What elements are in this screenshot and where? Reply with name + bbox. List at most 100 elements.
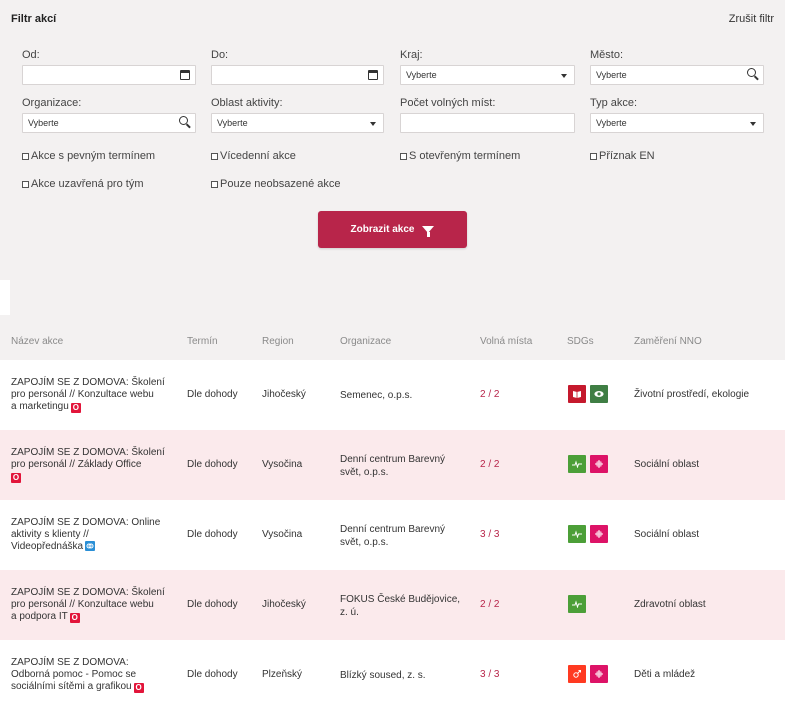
chevron-down-icon bbox=[370, 122, 376, 126]
show-events-button[interactable]: Zobrazit akce bbox=[318, 211, 467, 248]
checkbox-box[interactable] bbox=[400, 152, 407, 160]
organization-link[interactable]: Semenec, o.p.s. bbox=[340, 389, 412, 402]
checkbox-open-term[interactable]: S otevřeným termínem bbox=[400, 150, 520, 162]
event-region: Vysočina bbox=[262, 529, 303, 540]
event-name-line: aktivity s klienty // bbox=[11, 529, 89, 540]
equality-icon bbox=[590, 455, 608, 473]
filter-title: Filtr akcí bbox=[11, 13, 57, 25]
event-name-line: ZAPOJÍM SE Z DOMOVA: Školení bbox=[11, 447, 165, 458]
organization-link[interactable]: Denní centrum Barevný svět, o.p.s. bbox=[340, 453, 445, 479]
checkbox-box[interactable] bbox=[211, 180, 218, 188]
calendar-icon[interactable] bbox=[180, 70, 190, 80]
link-badge-icon bbox=[85, 541, 96, 551]
checkbox-fixed-term[interactable]: Akce s pevným termínem bbox=[22, 150, 155, 162]
table-row[interactable]: ZAPOJÍM SE Z DOMOVA: Školení pro personál… bbox=[0, 570, 785, 640]
free-places-label: Počet volných míst: bbox=[400, 97, 496, 109]
eye-icon bbox=[590, 385, 608, 403]
event-name-line: Videopřednáška bbox=[11, 541, 84, 552]
region-field: Kraj: Vyberte bbox=[400, 49, 575, 85]
event-name-link[interactable]: ZAPOJÍM SE Z DOMOVA: Školení pro personál… bbox=[11, 447, 171, 483]
table-row[interactable]: ZAPOJÍM SE Z DOMOVA: Online aktivity s kl… bbox=[0, 500, 785, 570]
activity-area-select[interactable]: Vyberte bbox=[211, 113, 384, 133]
heartbeat-icon bbox=[568, 455, 586, 473]
gender-icon bbox=[568, 665, 586, 683]
organization-link[interactable]: Blízký soused, z. s. bbox=[340, 669, 426, 682]
chevron-down-icon bbox=[561, 74, 567, 78]
event-name-line: ZAPOJÍM SE Z DOMOVA: bbox=[11, 657, 129, 668]
organization-label: Organizace: bbox=[22, 97, 82, 109]
checkbox-box[interactable] bbox=[590, 152, 597, 160]
to-date-field: Do: bbox=[211, 49, 384, 85]
event-region: Plzeňský bbox=[262, 669, 303, 680]
event-name-line: pro personál // Konzultace webu bbox=[11, 599, 154, 610]
event-type-label: Typ akce: bbox=[590, 97, 638, 109]
city-field: Město: Vyberte bbox=[590, 49, 764, 85]
region-select[interactable]: Vyberte bbox=[400, 65, 575, 85]
col-term[interactable]: Termín bbox=[187, 336, 218, 347]
table-row[interactable]: ZAPOJÍM SE Z DOMOVA: Školení pro personál… bbox=[0, 360, 785, 430]
event-region: Vysočina bbox=[262, 459, 303, 470]
to-date-input[interactable] bbox=[211, 65, 384, 85]
clear-filter-link[interactable]: Zrušit filtr bbox=[729, 13, 774, 25]
tab-spacer bbox=[0, 280, 10, 315]
city-search-input[interactable]: Vyberte bbox=[590, 65, 764, 85]
event-region: Jihočeský bbox=[262, 599, 306, 610]
col-free-places[interactable]: Volná místa bbox=[480, 336, 532, 347]
table-row[interactable]: ZAPOJÍM SE Z DOMOVA: Školení pro personál… bbox=[0, 430, 785, 500]
nno-focus: Zdravotní oblast bbox=[634, 599, 706, 610]
free-places-value: 2 / 2 bbox=[480, 389, 500, 400]
activity-area-field: Oblast aktivity: Vyberte bbox=[211, 97, 384, 133]
col-region[interactable]: Region bbox=[262, 336, 294, 347]
event-name-line: pro personál // Základy Office bbox=[11, 459, 142, 470]
col-focus[interactable]: Zaměření NNO bbox=[634, 336, 702, 347]
checkbox-team-closed[interactable]: Akce uzavřená pro tým bbox=[22, 178, 144, 190]
checkbox-unoccupied-only[interactable]: Pouze neobsazené akce bbox=[211, 178, 340, 190]
col-sdgs: SDGs bbox=[567, 336, 594, 347]
organization-link[interactable]: FOKUS České Budějovice, z. ú. bbox=[340, 593, 460, 619]
checkbox-multiday[interactable]: Vícedenní akce bbox=[211, 150, 296, 162]
nno-focus: Sociální oblast bbox=[634, 459, 700, 470]
event-name-line: a marketingu bbox=[11, 401, 69, 412]
checkbox-box[interactable] bbox=[22, 180, 29, 188]
event-name-link[interactable]: ZAPOJÍM SE Z DOMOVA: Školení pro personál… bbox=[11, 587, 171, 623]
heartbeat-icon bbox=[568, 595, 586, 613]
city-label: Město: bbox=[590, 49, 624, 61]
event-type-field: Typ akce: Vyberte bbox=[590, 97, 764, 133]
event-name-link[interactable]: ZAPOJÍM SE Z DOMOVA: Školení pro personál… bbox=[11, 377, 171, 413]
chevron-down-icon bbox=[750, 122, 756, 126]
event-name-link[interactable]: ZAPOJÍM SE Z DOMOVA: Odborná pomoc - Pomo… bbox=[11, 657, 171, 693]
calendar-icon[interactable] bbox=[368, 70, 378, 80]
checkbox-box[interactable] bbox=[22, 152, 29, 160]
event-term: Dle dohody bbox=[187, 529, 238, 540]
organization-link[interactable]: Denní centrum Barevný svět, o.p.s. bbox=[340, 523, 445, 549]
organization-line: z. ú. bbox=[340, 607, 359, 618]
organization-line: Semenec, o.p.s. bbox=[340, 390, 413, 401]
search-icon[interactable] bbox=[179, 116, 188, 125]
free-places-input[interactable] bbox=[400, 113, 575, 133]
event-name-line: Odborná pomoc - Pomoc se bbox=[11, 669, 137, 680]
organization-line: Denní centrum Barevný bbox=[340, 524, 446, 535]
heartbeat-icon bbox=[568, 525, 586, 543]
organization-search-input[interactable]: Vyberte bbox=[22, 113, 196, 133]
event-name-link[interactable]: ZAPOJÍM SE Z DOMOVA: Online aktivity s kl… bbox=[11, 517, 171, 553]
from-date-field: Od: bbox=[22, 49, 196, 85]
event-term: Dle dohody bbox=[187, 389, 238, 400]
search-icon[interactable] bbox=[747, 68, 756, 77]
nno-focus: Životní prostředí, ekologie bbox=[634, 389, 750, 400]
checkbox-box[interactable] bbox=[211, 152, 218, 160]
from-date-input[interactable] bbox=[22, 65, 196, 85]
checkbox-en-flag[interactable]: Příznak EN bbox=[590, 150, 655, 162]
event-name-line: pro personál // Konzultace webu bbox=[11, 389, 154, 400]
col-organization[interactable]: Organizace bbox=[340, 336, 391, 347]
col-name[interactable]: Název akce bbox=[11, 336, 63, 347]
filter-panel: Filtr akcí Zrušit filtr Od: Do: Kraj: Vy… bbox=[0, 0, 785, 280]
event-term: Dle dohody bbox=[187, 599, 238, 610]
to-date-label: Do: bbox=[211, 49, 229, 61]
online-badge: O bbox=[11, 473, 21, 483]
nno-focus: Sociální oblast bbox=[634, 529, 700, 540]
activity-area-label: Oblast aktivity: bbox=[211, 97, 283, 109]
organization-line: Denní centrum Barevný bbox=[340, 454, 446, 465]
event-region: Jihočeský bbox=[262, 389, 306, 400]
event-name-line: ZAPOJÍM SE Z DOMOVA: Online bbox=[11, 517, 161, 528]
event-type-select[interactable]: Vyberte bbox=[590, 113, 764, 133]
